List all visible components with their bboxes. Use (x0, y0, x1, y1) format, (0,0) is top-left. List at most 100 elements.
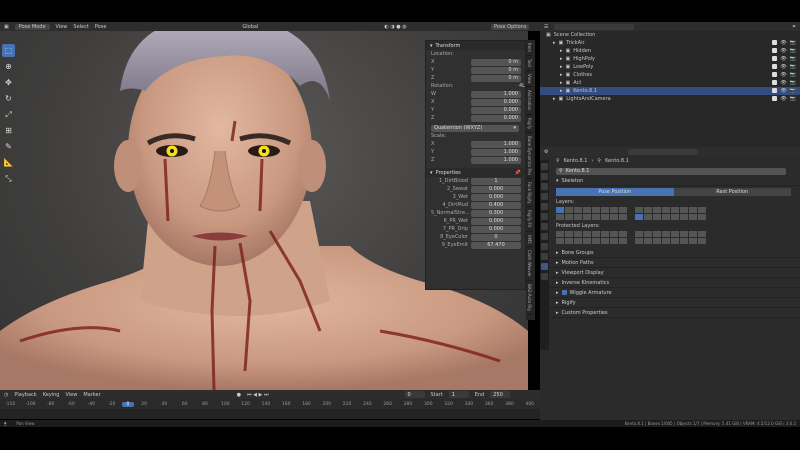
layer-toggle[interactable] (644, 207, 652, 213)
rotation-mode-tag[interactable]: 4L (519, 83, 525, 89)
layer-toggle[interactable] (671, 238, 679, 244)
sidebar-tab[interactable]: BAD Auto Rig (526, 281, 533, 315)
layer-toggle[interactable] (601, 207, 609, 213)
menu-pose[interactable]: Pose (95, 24, 107, 30)
scale-x-field[interactable]: 1.000 (471, 140, 521, 148)
render-icon[interactable]: 📷 (790, 72, 796, 78)
layer-toggle[interactable] (556, 207, 564, 213)
rot-w-field[interactable]: 1.000 (471, 90, 521, 98)
layer-toggle[interactable] (565, 231, 573, 237)
cursor-icon[interactable]: ⊕ (2, 60, 15, 73)
expand-icon[interactable]: ▸ (560, 64, 563, 70)
outliner-row[interactable]: ▸ ▣ Act 👁 📷 (540, 79, 800, 87)
layer-toggle[interactable] (698, 214, 706, 220)
layer-toggle[interactable] (619, 207, 627, 213)
layer-toggle[interactable] (698, 207, 706, 213)
pose-position-button[interactable]: Pose Position (556, 188, 674, 196)
layer-toggle[interactable] (653, 207, 661, 213)
props-section[interactable]: ▸ Rigify (540, 298, 800, 308)
record-icon[interactable]: ● (237, 392, 241, 398)
sidebar-tab[interactable]: Rigify (526, 115, 533, 134)
expand-icon[interactable]: ▸ (553, 40, 556, 46)
include-checkbox[interactable] (772, 88, 778, 93)
transform-icon[interactable]: ⊞ (2, 124, 15, 137)
layer-toggle[interactable] (574, 214, 582, 220)
scene-collection-row[interactable]: ▣ Scene Collection (540, 31, 800, 39)
annotate-icon[interactable]: ✎ (2, 140, 15, 153)
orientation-dropdown[interactable]: Global (242, 24, 258, 30)
outliner-row[interactable]: ▸ ▣ HighPoly 👁 📷 (540, 55, 800, 63)
layer-toggle[interactable] (662, 238, 670, 244)
scale-z-field[interactable]: 1.000 (471, 156, 521, 164)
layer-toggle[interactable] (698, 238, 706, 244)
render-icon[interactable]: 📷 (790, 80, 796, 86)
layer-toggle[interactable] (610, 214, 618, 220)
pose-tool-icon[interactable]: ⤡ (2, 172, 15, 185)
visibility-icon[interactable]: 👁 (780, 56, 786, 62)
outliner-row[interactable]: ▸ ▣ TrickAir 👁 📷 (540, 39, 800, 47)
layer-toggle[interactable] (601, 231, 609, 237)
render-icon[interactable]: 📷 (790, 96, 796, 102)
layer-toggle[interactable] (635, 207, 643, 213)
menu-view[interactable]: View (56, 24, 68, 30)
select-box-icon[interactable]: ⬚ (2, 44, 15, 57)
props-editor-icon[interactable]: ⚙ (544, 149, 548, 155)
layer-toggle[interactable] (583, 231, 591, 237)
object-tab-icon[interactable] (541, 223, 548, 230)
include-checkbox[interactable] (772, 56, 778, 61)
rot-y-field[interactable]: 0.000 (471, 106, 521, 114)
outliner-search-input[interactable] (554, 23, 635, 30)
rot-z-field[interactable]: 0.000 (471, 114, 521, 122)
props-section[interactable]: ▸ Custom Properties (540, 308, 800, 318)
custom-prop-field[interactable]: 0.000 (471, 225, 521, 233)
layer-toggle[interactable] (644, 231, 652, 237)
render-icon[interactable]: 📷 (790, 88, 796, 94)
layer-toggle[interactable] (689, 238, 697, 244)
sidebar-tab[interactable]: Animation (526, 87, 533, 115)
custom-prop-field[interactable]: 0.400 (471, 201, 521, 209)
scene-tab-icon[interactable] (541, 203, 548, 210)
loc-y-field[interactable]: 0 m (471, 66, 521, 74)
layer-toggle[interactable] (565, 214, 573, 220)
layer-toggle[interactable] (662, 207, 670, 213)
start-frame-field[interactable]: 1 (448, 391, 469, 398)
sidebar-tab[interactable]: Item (526, 40, 533, 57)
layer-toggle[interactable] (662, 214, 670, 220)
outliner-row[interactable]: ▸ ▣ Hidden 👁 📷 (540, 47, 800, 55)
layer-toggle[interactable] (619, 214, 627, 220)
layer-toggle[interactable] (619, 238, 627, 244)
layer-toggle[interactable] (556, 238, 564, 244)
layer-toggle[interactable] (653, 238, 661, 244)
view-layer-tab-icon[interactable] (541, 193, 548, 200)
outliner-row[interactable]: ▸ ▣ Clothes 👁 📷 (540, 71, 800, 79)
scale-y-field[interactable]: 1.000 (471, 148, 521, 156)
layer-toggle[interactable] (574, 231, 582, 237)
layer-toggle[interactable] (556, 214, 564, 220)
layer-toggle[interactable] (689, 207, 697, 213)
layer-toggle[interactable] (635, 238, 643, 244)
playback-controls[interactable]: ⏮ ◀ ▶ ⏭ (247, 392, 268, 398)
render-tab-icon[interactable] (541, 173, 548, 180)
render-icon[interactable]: 📷 (790, 40, 796, 46)
constraints-tab-icon[interactable] (541, 253, 548, 260)
pin-icon[interactable]: 📌 (515, 170, 525, 176)
custom-prop-field[interactable]: 1 (471, 177, 521, 185)
layer-toggle[interactable] (574, 207, 582, 213)
visibility-icon[interactable]: 👁 (780, 48, 786, 54)
end-frame-field[interactable]: 250 (490, 391, 511, 398)
layer-toggle[interactable] (583, 238, 591, 244)
layer-toggle[interactable] (680, 238, 688, 244)
output-tab-icon[interactable] (541, 183, 548, 190)
sidebar-tab[interactable]: View (526, 71, 533, 88)
render-icon[interactable]: 📷 (790, 56, 796, 62)
layer-toggle[interactable] (653, 214, 661, 220)
measure-icon[interactable]: 📐 (2, 156, 15, 169)
props-section[interactable]: ▸ Viewport Display (540, 268, 800, 278)
properties-panel-title[interactable]: ▾ Properties 📌 (426, 168, 525, 177)
pose-options-button[interactable]: Pose Options (491, 23, 530, 30)
layer-toggle[interactable] (698, 231, 706, 237)
props-section[interactable]: ▸ Bone Groups (540, 248, 800, 258)
custom-prop-field[interactable]: 67.470 (471, 241, 521, 249)
include-checkbox[interactable] (772, 80, 778, 85)
sidebar-tab[interactable]: Face Rigify (526, 179, 533, 208)
